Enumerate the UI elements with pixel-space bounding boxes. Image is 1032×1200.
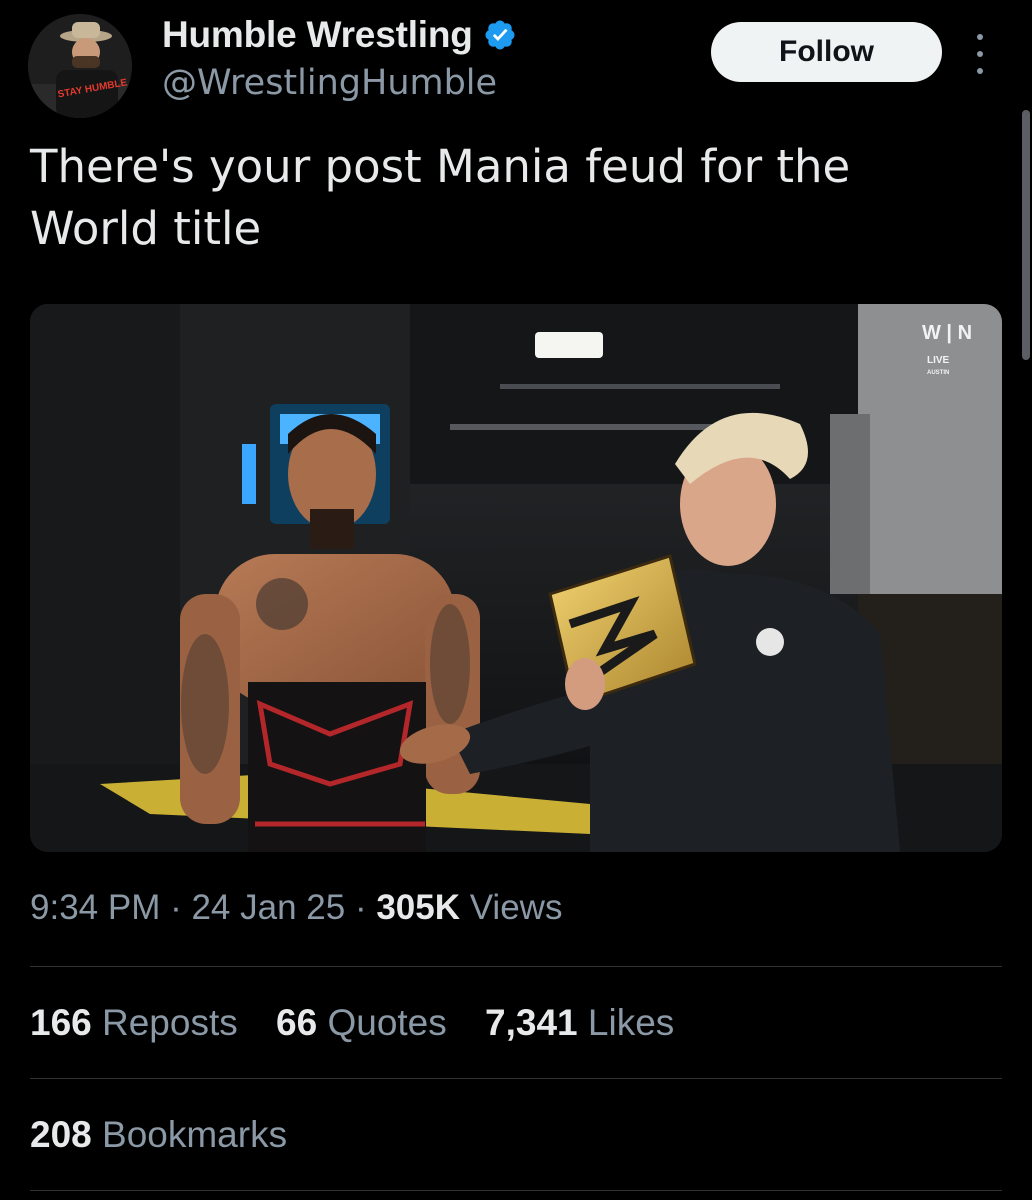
verified-badge-icon — [485, 20, 515, 50]
scrollbar[interactable] — [1022, 110, 1030, 360]
follow-button[interactable]: Follow — [711, 22, 942, 82]
likes-label: Likes — [577, 1002, 675, 1043]
tweet-time[interactable]: 9:34 PM — [30, 888, 160, 927]
author-display-name[interactable]: Humble Wrestling — [162, 14, 473, 56]
tweet-date[interactable]: 24 Jan 25 — [191, 888, 345, 927]
tweet-text: There's your post Mania feud for the Wor… — [30, 140, 851, 255]
meta-separator: · — [160, 888, 192, 927]
meta-separator: · — [345, 888, 377, 927]
reposts-label: Reposts — [91, 1002, 238, 1043]
svg-text:AUSTIN: AUSTIN — [927, 370, 949, 376]
divider — [30, 1078, 1002, 1079]
engagement-stats: 166 Reposts 66 Quotes 7,341 Likes — [30, 1002, 702, 1044]
quotes-count: 66 — [276, 1002, 318, 1043]
more-vertical-icon[interactable] — [968, 34, 992, 74]
tweet-detail-view: STAY HUMBLE Humble Wrestling @WrestlingH… — [0, 0, 1032, 1200]
divider — [30, 1190, 1002, 1191]
reposts-count: 166 — [30, 1002, 92, 1043]
tweet-media-photo[interactable]: W | N LIVE AUSTIN — [30, 304, 1002, 852]
svg-text:W | N: W | N — [922, 322, 972, 344]
views-label: Views — [460, 888, 563, 927]
reposts-stat[interactable]: 166 Reposts — [30, 1002, 238, 1043]
bookmarks-label: Bookmarks — [91, 1114, 288, 1155]
author-handle[interactable]: @WrestlingHumble — [162, 63, 497, 103]
divider — [30, 966, 1002, 967]
svg-text:LIVE: LIVE — [927, 355, 950, 366]
bookmarks-stat[interactable]: 208 Bookmarks — [30, 1114, 287, 1156]
author-avatar[interactable]: STAY HUMBLE — [28, 14, 132, 118]
quotes-label: Quotes — [317, 1002, 447, 1043]
quotes-stat[interactable]: 66 Quotes — [276, 1002, 447, 1043]
author-name-row[interactable]: Humble Wrestling — [162, 14, 517, 56]
bookmarks-count: 208 — [30, 1114, 92, 1155]
views-count: 305K — [376, 888, 460, 927]
likes-stat[interactable]: 7,341 Likes — [485, 1002, 674, 1043]
tweet-meta: 9:34 PM · 24 Jan 25 · 305K Views — [30, 888, 562, 928]
likes-count: 7,341 — [485, 1002, 578, 1043]
